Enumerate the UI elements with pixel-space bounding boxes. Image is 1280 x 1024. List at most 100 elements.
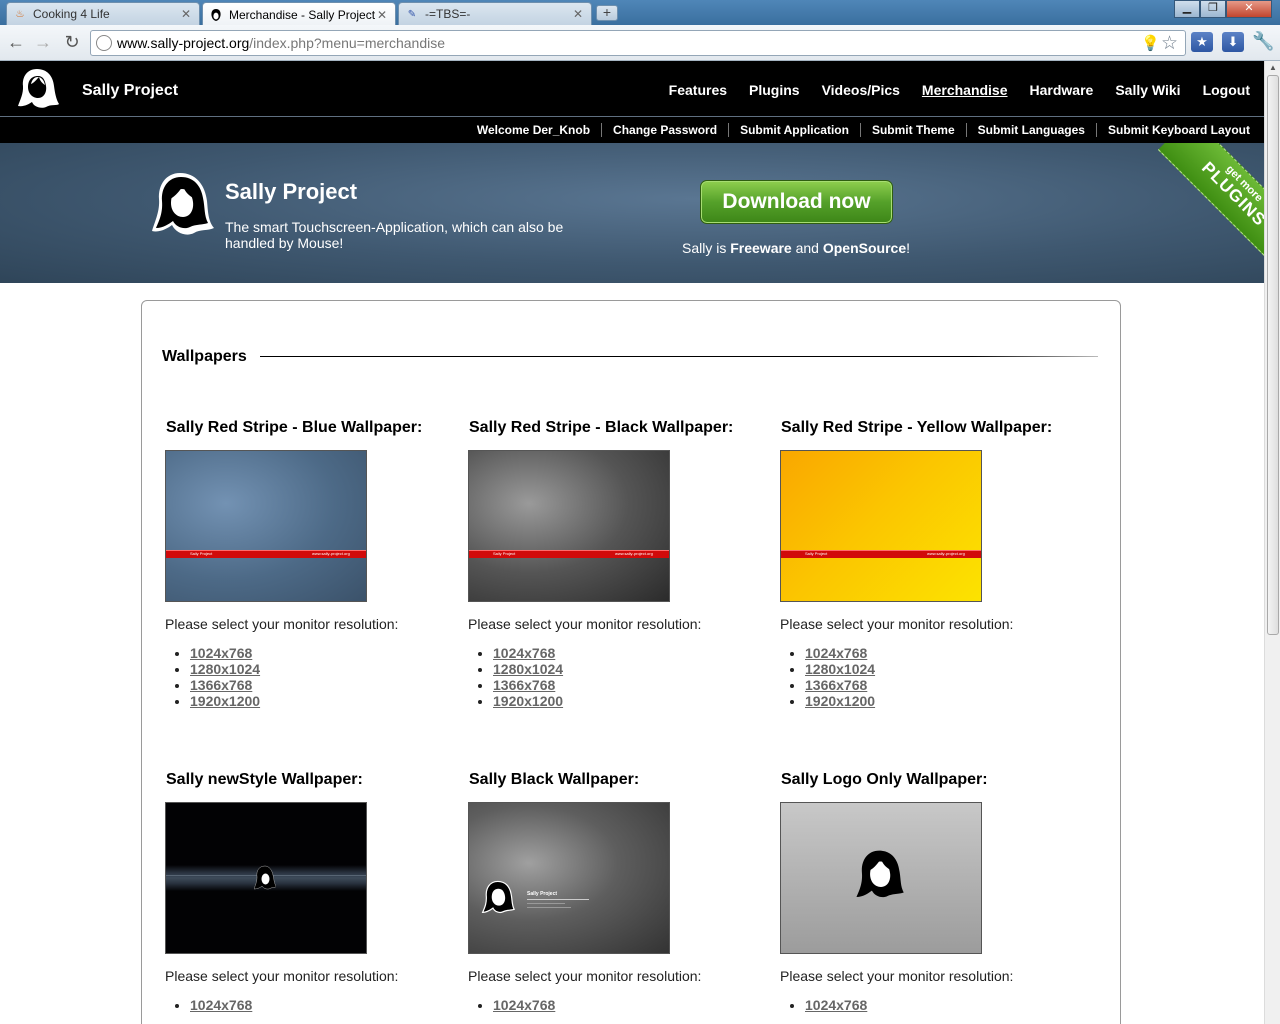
nav-submit-application[interactable]: Submit Application xyxy=(728,123,860,137)
mini-title: Sally Project xyxy=(527,891,558,897)
wrench-icon[interactable]: 🔧 xyxy=(1252,31,1274,52)
resolution-list: 1024x768 xyxy=(190,997,252,1013)
wallpaper-title: Sally Logo Only Wallpaper: xyxy=(781,771,988,788)
resolution-prompt: Please select your monitor resolution: xyxy=(165,616,399,632)
site-title[interactable]: Sally Project xyxy=(82,82,178,100)
resolution-link-1920x1200[interactable]: 1920x1200 xyxy=(190,693,260,709)
resolution-link-1024x768[interactable]: 1024x768 xyxy=(493,645,555,661)
resolution-link-1280x1024[interactable]: 1280x1024 xyxy=(805,661,875,677)
back-arrow-icon[interactable]: ← xyxy=(5,32,27,54)
wallpaper-thumbnail-logo-only[interactable] xyxy=(780,802,982,954)
wallpaper-card-yellow: Sally Red Stripe - Yellow Wallpaper: Sal… xyxy=(780,419,1081,709)
globe-icon xyxy=(96,35,112,51)
tab-cooking-4-life[interactable]: ♨ Cooking 4 Life ✕ xyxy=(6,2,200,25)
tab-title: Merchandise - Sally Project xyxy=(229,7,376,22)
web-page: Sally Project Features Plugins Videos/Pi… xyxy=(0,61,1264,1024)
hero-banner: Sally Project The smart Touchscreen-Appl… xyxy=(0,143,1264,283)
get-more-plugins-ribbon[interactable]: get more PLUGINS xyxy=(1157,143,1264,271)
user-navigation: Welcome Der_Knob Change Password Submit … xyxy=(0,116,1264,143)
tab-tbs[interactable]: ✎ -=TBS=- ✕ xyxy=(398,2,592,25)
nav-merchandise[interactable]: Merchandise xyxy=(911,82,1019,98)
banner-subtitle: The smart Touchscreen-Application, which… xyxy=(225,219,564,251)
resolution-prompt: Please select your monitor resolution: xyxy=(165,968,399,984)
resolution-link-1366x768[interactable]: 1366x768 xyxy=(190,677,252,693)
resolution-link-1024x768[interactable]: 1024x768 xyxy=(190,997,252,1013)
sally-head-icon xyxy=(152,173,214,235)
tab-close-icon[interactable]: ✕ xyxy=(573,7,583,21)
banner-title: Sally Project xyxy=(225,179,358,204)
tab-title: Cooking 4 Life xyxy=(33,7,110,21)
wallpaper-thumbnail-blue[interactable]: Sally Project www.sally-project.org xyxy=(165,450,367,602)
tab-close-icon[interactable]: ✕ xyxy=(181,7,191,21)
browser-tab-bar: ♨ Cooking 4 Life ✕ Merchandise - Sally P… xyxy=(0,0,1280,26)
nav-features[interactable]: Features xyxy=(658,82,738,98)
nav-plugins[interactable]: Plugins xyxy=(738,82,811,98)
main-navigation: Features Plugins Videos/Pics Merchandise… xyxy=(658,82,1250,98)
resolution-prompt: Please select your monitor resolution: xyxy=(468,968,702,984)
browser-toolbar: ← → ↻ www.sally-project.org/index.php?me… xyxy=(0,25,1280,61)
resolution-prompt: Please select your monitor resolution: xyxy=(780,616,1014,632)
sally-favicon-icon xyxy=(209,8,223,22)
nav-logout[interactable]: Logout xyxy=(1192,82,1250,98)
resolution-link-1280x1024[interactable]: 1280x1024 xyxy=(493,661,563,677)
resolution-link-1024x768[interactable]: 1024x768 xyxy=(190,645,252,661)
address-bar[interactable]: www.sally-project.org/index.php?menu=mer… xyxy=(90,30,1186,56)
wallpaper-card-black: Sally Red Stripe - Black Wallpaper: Sall… xyxy=(468,419,769,709)
resolution-link-1920x1200[interactable]: 1920x1200 xyxy=(493,693,563,709)
top-navigation: Sally Project Features Plugins Videos/Pi… xyxy=(0,61,1264,116)
sally-logo-icon[interactable] xyxy=(15,66,61,112)
section-divider xyxy=(260,356,1098,357)
section-title: Wallpapers xyxy=(162,348,247,365)
bookmark-extension-icon[interactable]: ★ xyxy=(1191,32,1213,52)
scrollbar-thumb[interactable] xyxy=(1267,75,1279,635)
nav-submit-keyboard-layout[interactable]: Submit Keyboard Layout xyxy=(1095,123,1250,137)
resolution-link-1024x768[interactable]: 1024x768 xyxy=(805,997,867,1013)
page-scrollbar[interactable]: ▲ xyxy=(1264,61,1280,1024)
wallpaper-title: Sally Red Stripe - Yellow Wallpaper: xyxy=(781,419,1053,436)
download-extension-icon[interactable]: ⬇ xyxy=(1222,32,1244,52)
red-stripe: Sally Project www.sally-project.org xyxy=(469,550,669,558)
wallpaper-title: Sally Red Stripe - Black Wallpaper: xyxy=(469,419,734,436)
lightbulb-icon[interactable]: 💡 xyxy=(1141,34,1160,52)
nav-submit-theme[interactable]: Submit Theme xyxy=(859,123,966,137)
reload-icon[interactable]: ↻ xyxy=(61,32,83,54)
red-stripe: Sally Project www.sally-project.org xyxy=(781,550,981,558)
freeware-note: Sally is Freeware and OpenSource! xyxy=(682,240,910,256)
tab-merchandise[interactable]: Merchandise - Sally Project ✕ xyxy=(202,2,396,26)
nav-welcome-user[interactable]: Welcome Der_Knob xyxy=(466,123,601,137)
minimize-icon[interactable]: ▁ xyxy=(1174,0,1200,18)
sally-head-icon xyxy=(481,880,516,914)
nav-submit-languages[interactable]: Submit Languages xyxy=(965,123,1096,137)
tab-close-icon[interactable]: ✕ xyxy=(377,8,387,22)
wallpaper-thumbnail-sally-black[interactable]: Sally Project xyxy=(468,802,670,954)
nav-videos-pics[interactable]: Videos/Pics xyxy=(811,82,911,98)
resolution-list: 1024x768 1280x1024 1366x768 1920x1200 xyxy=(493,645,563,709)
resolution-link-1024x768[interactable]: 1024x768 xyxy=(493,997,555,1013)
cooking-favicon-icon: ♨ xyxy=(15,8,25,20)
maximize-icon[interactable]: ❐ xyxy=(1200,0,1226,18)
download-now-button[interactable]: Download now xyxy=(700,180,893,224)
resolution-list: 1024x768 1280x1024 1366x768 1920x1200 xyxy=(190,645,260,709)
wallpaper-card-logo-only: Sally Logo Only Wallpaper: Please select… xyxy=(780,771,1081,1013)
resolution-prompt: Please select your monitor resolution: xyxy=(780,968,1014,984)
resolution-link-1366x768[interactable]: 1366x768 xyxy=(493,677,555,693)
bookmark-star-icon[interactable]: ☆ xyxy=(1161,32,1178,55)
nav-change-password[interactable]: Change Password xyxy=(601,123,728,137)
nav-sally-wiki[interactable]: Sally Wiki xyxy=(1104,82,1191,98)
url-text[interactable]: www.sally-project.org/index.php?menu=mer… xyxy=(117,35,445,51)
new-tab-button[interactable]: + xyxy=(596,5,618,21)
scroll-up-arrow-icon[interactable]: ▲ xyxy=(1269,63,1277,72)
nav-hardware[interactable]: Hardware xyxy=(1019,82,1105,98)
merchandise-panel: Wallpapers Sally Red Stripe - Blue Wallp… xyxy=(141,300,1121,1024)
resolution-link-1280x1024[interactable]: 1280x1024 xyxy=(190,661,260,677)
resolution-link-1920x1200[interactable]: 1920x1200 xyxy=(805,693,875,709)
forward-arrow-icon[interactable]: → xyxy=(32,32,54,54)
resolution-list: 1024x768 xyxy=(805,997,867,1013)
wallpaper-thumbnail-black[interactable]: Sally Project www.sally-project.org xyxy=(468,450,670,602)
wallpaper-thumbnail-newstyle[interactable] xyxy=(165,802,367,954)
close-window-icon[interactable]: ✕ xyxy=(1226,0,1272,18)
resolution-link-1366x768[interactable]: 1366x768 xyxy=(805,677,867,693)
resolution-link-1024x768[interactable]: 1024x768 xyxy=(805,645,867,661)
wallpaper-thumbnail-yellow[interactable]: Sally Project www.sally-project.org xyxy=(780,450,982,602)
resolution-prompt: Please select your monitor resolution: xyxy=(468,616,702,632)
